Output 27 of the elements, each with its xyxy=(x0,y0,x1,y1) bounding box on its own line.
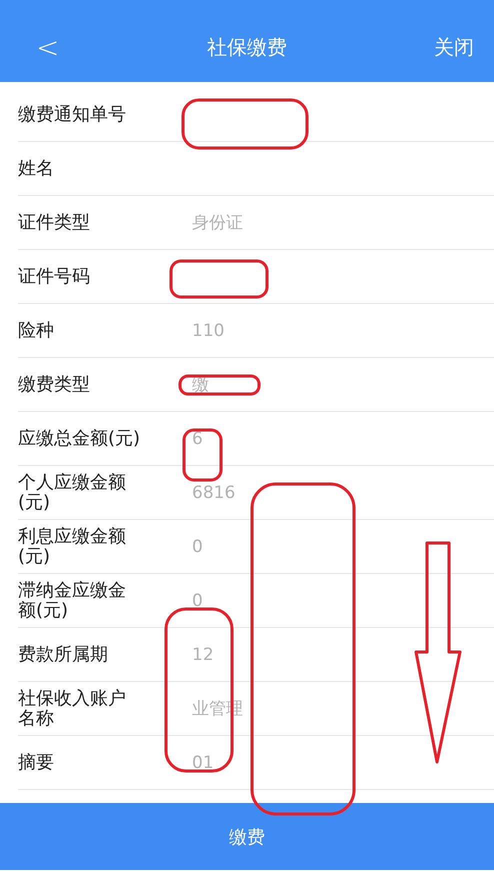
field-label: 缴费类型 xyxy=(18,374,91,394)
field-label: 险种 xyxy=(18,320,55,340)
field-value: 01 xyxy=(192,752,214,772)
field-value: 0 xyxy=(192,536,203,556)
field-value: 身份证 xyxy=(192,212,243,234)
pay-button[interactable]: 缴费 xyxy=(0,803,494,870)
field-label: 摘要 xyxy=(18,752,55,772)
field-label: 缴费通知单号 xyxy=(18,104,127,124)
field-label: 证件类型 xyxy=(18,212,91,232)
field-label: 应缴总金额(元) xyxy=(18,428,142,448)
page-title: 社保缴费 xyxy=(207,34,287,60)
field-label: 证件号码 xyxy=(18,266,91,286)
field-value: 缴 xyxy=(192,374,209,396)
field-value: 12 xyxy=(192,644,214,664)
field-value: 110 xyxy=(192,320,224,340)
field-value: 0 xyxy=(192,590,203,610)
field-value: 6816 xyxy=(192,482,236,502)
field-value: 6 xyxy=(192,428,203,448)
annotation-outline xyxy=(182,428,222,482)
field-label: 姓名 xyxy=(18,158,55,178)
back-button[interactable]: < xyxy=(30,30,66,64)
field-label: 滞纳金应缴金额(元) xyxy=(18,580,127,620)
close-button[interactable]: 关闭 xyxy=(434,34,474,60)
field-label: 社保收入账户名称 xyxy=(18,688,127,728)
field-label: 费款所属期 xyxy=(18,644,109,664)
field-label: 利息应缴金额(元) xyxy=(18,526,127,566)
field-label: 个人应缴金额(元) xyxy=(18,472,127,512)
